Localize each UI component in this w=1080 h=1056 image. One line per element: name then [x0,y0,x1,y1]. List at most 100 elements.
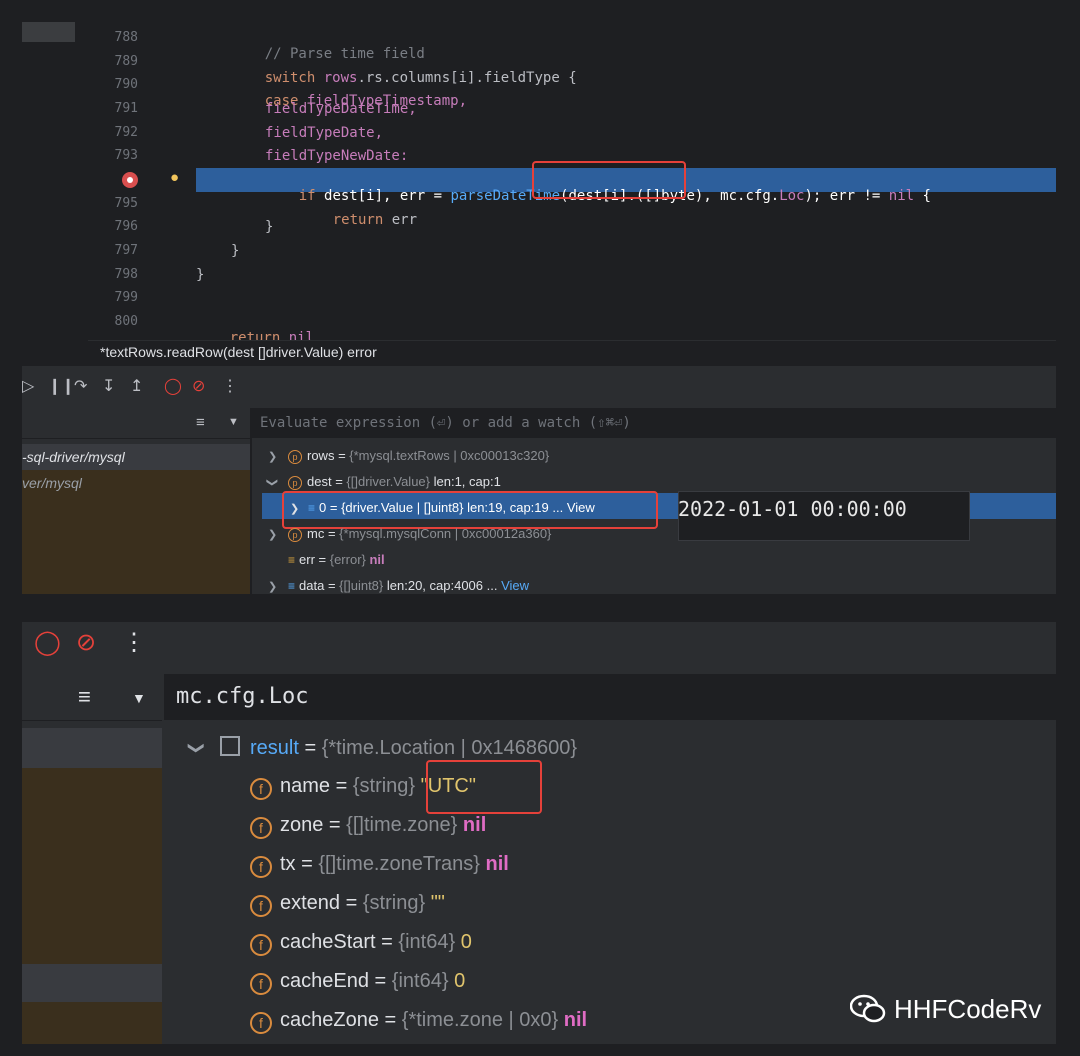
expand-arrow-icon[interactable]: ❯ [268,450,277,463]
list-icon: ≡ [288,579,296,593]
line-number: 800 [114,314,138,329]
filter-icon[interactable]: ≡ [196,414,205,431]
line-number: 797 [114,243,138,258]
mute-breakpoints-icon[interactable]: ⊘ [192,376,205,396]
evaluate-placeholder: Evaluate expression (⏎) or add a watch (… [260,415,631,431]
view-breakpoints-icon[interactable]: ◯ [34,628,61,657]
more-icon[interactable]: ⋮ [222,376,238,396]
frame-item[interactable]: -sql-driver/mysql [22,449,125,465]
frames-header [22,408,250,439]
variable-row[interactable]: p mc = {*mysql.mysqlConn | 0xc00012a360} [288,526,551,542]
expand-arrow-icon[interactable]: ❯ [268,580,277,593]
view-breakpoints-icon[interactable]: ◯ [164,376,182,396]
filter-icon[interactable]: ≡ [78,684,91,710]
code-token: { [914,188,931,204]
code-keyword: return [332,212,392,228]
field-icon: f [250,934,272,956]
line-number: 789 [114,54,138,69]
variable-extra: len:20, cap:4006 ... [383,578,502,593]
variable-row[interactable]: ≡ err = {error} nil [288,552,385,567]
step-into-icon[interactable]: ↧ [102,376,115,396]
field-icon: f [250,817,272,839]
mute-breakpoints-icon[interactable]: ⊘ [76,628,96,657]
code-token: fieldTypeDate, [265,125,384,141]
frames-library-area [22,1002,162,1044]
variable-row[interactable]: p rows = {*mysql.textRows | 0xc00013c320} [288,448,549,464]
expand-arrow-icon[interactable]: ❯ [266,478,279,487]
annotation-box [426,760,542,814]
field-row[interactable]: f cacheStart = {int64} 0 [250,931,472,956]
frame-item[interactable] [22,964,162,1002]
resume-icon[interactable]: ▷ [22,376,34,396]
chevron-down-icon[interactable]: ▼ [132,690,146,706]
field-value: "" [430,892,445,914]
variable-name: err [299,552,315,567]
field-row[interactable]: f zone = {[]time.zone} nil [250,814,486,839]
variable-icon: ≡ [288,553,296,567]
result-type: {*time.Location | 0x1468600} [321,737,578,759]
evaluate-expression[interactable]: mc.cfg.Loc [176,684,308,709]
field-name: cacheStart [280,931,376,953]
field-icon: f [250,973,272,995]
left-tab-stub[interactable] [22,22,75,42]
line-number: 795 [114,196,138,211]
result-row[interactable]: result = {*time.Location | 0x1468600} [220,736,577,760]
wechat-icon [850,994,886,1023]
code-token: } [265,219,274,235]
frame-item[interactable]: ver/mysql [22,475,82,491]
field-name: tx [280,853,296,875]
variable-name: mc [307,526,325,541]
pause-icon[interactable]: ❙❙ [48,376,75,396]
field-row[interactable]: f cacheZone = {*time.zone | 0x0} nil [250,1009,587,1034]
code-token: ); err != [804,188,889,204]
expand-arrow-icon[interactable]: ❯ [187,741,207,754]
code-editor-panel: 788 789 790 791 792 793 795 796 797 798 … [22,22,1056,594]
result-name: result [250,737,299,759]
field-value: 0 [460,931,472,953]
breakpoint-icon[interactable] [122,172,138,188]
code-token: ].fieldType { [467,70,577,86]
evaluate-result-panel: ◯ ⊘ ⋮ ≡ ▼ mc.cfg.Loc ❯ result = {*time.L… [22,622,1056,1044]
code-token: Loc [779,188,805,204]
field-type: {*time.zone | 0x0} [401,1009,564,1031]
equals-sign: = [324,578,340,593]
field-icon: f [250,856,272,878]
expand-arrow-icon[interactable]: ❯ [268,528,277,541]
chevron-down-icon[interactable]: ▼ [228,416,239,428]
field-type: {string} [352,775,421,797]
line-number: 793 [114,148,138,163]
field-name: name [280,775,331,797]
tooltip-value: 2022-01-01 00:00:00 [678,497,907,521]
field-value: nil [462,814,487,836]
variable-row[interactable]: p dest = {[]driver.Value} len:1, cap:1 [288,474,501,490]
line-number: 796 [114,219,138,234]
frames-library-area [22,768,162,964]
variable-name: rows [307,448,335,463]
line-number: 788 [114,30,138,45]
code-token: } [196,267,205,283]
field-type: {[]time.zoneTrans} [318,853,486,875]
step-over-icon[interactable]: ↷ [74,376,87,396]
code-token: err [391,212,418,228]
variable-name: data [299,578,325,593]
variable-type: {[]driver.Value} [346,474,430,489]
frame-selected[interactable] [22,728,162,768]
line-number: 792 [114,125,138,140]
field-value: nil [485,853,509,875]
variable-row[interactable]: ≡ data = {[]uint8} len:20, cap:4006 ... V… [288,578,529,593]
field-row[interactable]: f cacheEnd = {int64} 0 [250,970,465,995]
parameter-icon: p [288,449,302,464]
view-link[interactable]: View [501,578,529,593]
variable-extra: len:1, cap:1 [430,474,501,489]
step-out-icon[interactable]: ↥ [130,376,143,396]
left-gutter [22,22,88,340]
field-row[interactable]: f tx = {[]time.zoneTrans} nil [250,853,509,878]
field-name: cacheZone [280,1009,379,1031]
line-number: 798 [114,267,138,282]
field-value: 0 [454,970,466,992]
more-icon[interactable]: ⋮ [122,628,146,657]
equals-sign: = [324,526,340,541]
lightbulb-icon[interactable]: ● [170,169,179,186]
field-row[interactable]: f extend = {string} "" [250,892,445,917]
field-name: zone [280,814,324,836]
